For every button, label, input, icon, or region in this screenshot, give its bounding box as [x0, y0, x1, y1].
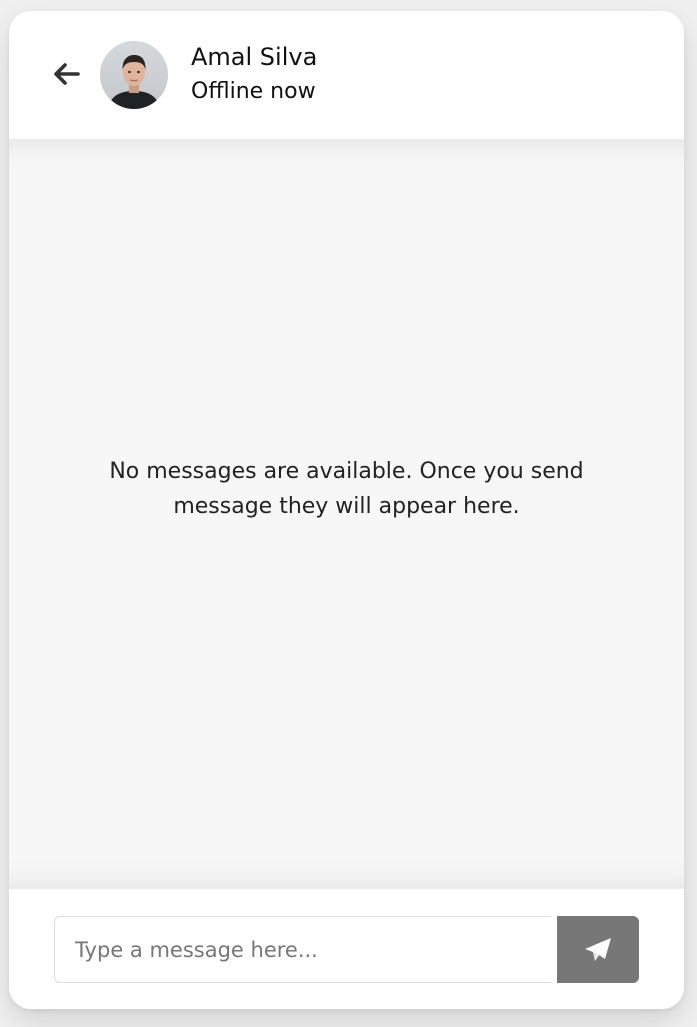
- paper-plane-icon: [585, 937, 611, 961]
- chat-window: Amal Silva Offline now No messages are a…: [9, 11, 684, 1009]
- empty-chat-message: No messages are available. Once you send…: [109, 459, 584, 519]
- arrow-left-icon[interactable]: [49, 57, 83, 91]
- arrow-left-icon-glyph: [54, 63, 80, 85]
- chat-header: Amal Silva Offline now: [9, 11, 684, 139]
- user-details: Amal Silva Offline now: [191, 41, 317, 109]
- user-name: Amal Silva: [191, 43, 318, 71]
- message-input[interactable]: [54, 916, 551, 983]
- send-button[interactable]: [557, 916, 639, 983]
- typing-area: [9, 889, 684, 1009]
- chat-box[interactable]: No messages are available. Once you send…: [9, 139, 684, 889]
- user-avatar: [100, 41, 168, 109]
- user-status: Offline now: [191, 79, 316, 104]
- avatar-image: [100, 41, 168, 109]
